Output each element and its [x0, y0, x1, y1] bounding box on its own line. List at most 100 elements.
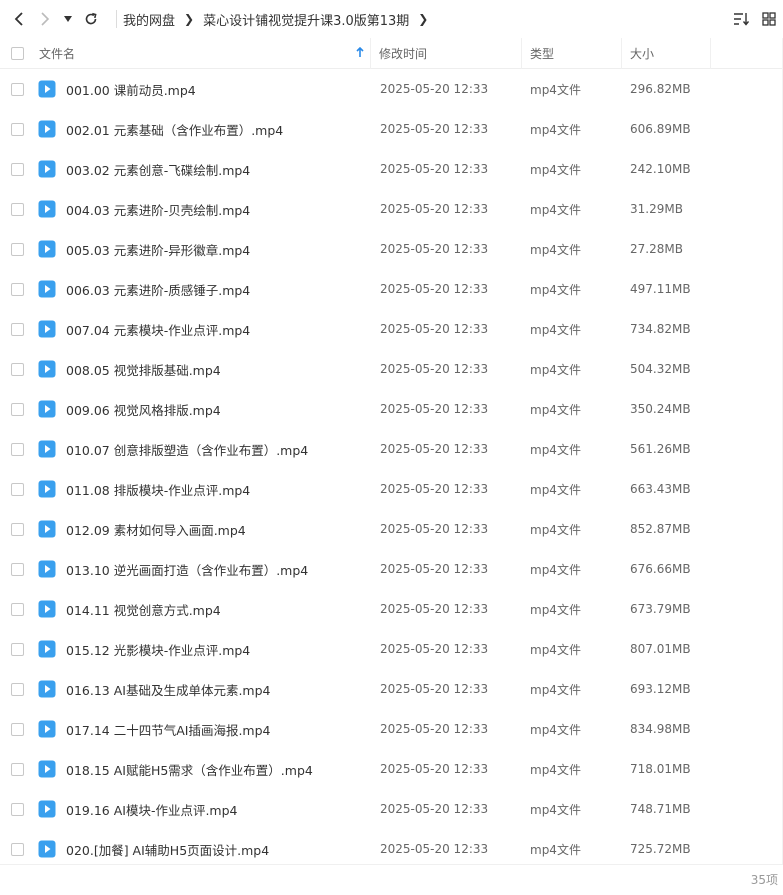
video-file-icon — [36, 319, 58, 339]
column-header-type[interactable]: 类型 — [522, 37, 622, 69]
row-checkbox[interactable] — [10, 722, 24, 736]
row-checkbox[interactable] — [10, 122, 24, 136]
sort-menu-button[interactable] — [727, 0, 755, 38]
file-name[interactable]: 020.[加餐] AI辅助H5页面设计.mp4 — [58, 840, 371, 859]
column-header-name[interactable]: 文件名 — [34, 37, 371, 69]
file-row[interactable]: 007.04 元素模块-作业点评.mp4 2025-05-20 12:33 mp… — [0, 309, 783, 349]
history-dropdown-button[interactable] — [58, 0, 78, 38]
file-modified-time: 2025-05-20 12:33 — [380, 202, 489, 216]
row-checkbox[interactable] — [10, 642, 24, 656]
row-checkbox[interactable] — [10, 322, 24, 336]
breadcrumb-item-root[interactable]: 我的网盘 — [123, 10, 175, 29]
row-checkbox[interactable] — [10, 602, 24, 616]
row-checkbox[interactable] — [10, 82, 24, 96]
file-row[interactable]: 018.15 AI赋能H5需求（含作业布置）.mp4 2025-05-20 12… — [0, 749, 783, 789]
file-row[interactable]: 014.11 视觉创意方式.mp4 2025-05-20 12:33 mp4文件… — [0, 589, 783, 629]
status-bar: 35项 — [0, 864, 783, 895]
file-type: mp4文件 — [530, 282, 581, 297]
row-checkbox[interactable] — [10, 562, 24, 576]
row-checkbox[interactable] — [10, 762, 24, 776]
file-row[interactable]: 011.08 排版模块-作业点评.mp4 2025-05-20 12:33 mp… — [0, 469, 783, 509]
item-count: 35项 — [750, 873, 778, 887]
file-name[interactable]: 005.03 元素进阶-异形徽章.mp4 — [58, 240, 371, 259]
sort-ascending-icon — [356, 46, 364, 57]
file-row[interactable]: 008.05 视觉排版基础.mp4 2025-05-20 12:33 mp4文件… — [0, 349, 783, 389]
file-name[interactable]: 004.03 元素进阶-贝壳绘制.mp4 — [58, 200, 371, 219]
file-type: mp4文件 — [530, 682, 581, 697]
file-row[interactable]: 004.03 元素进阶-贝壳绘制.mp4 2025-05-20 12:33 mp… — [0, 189, 783, 229]
file-name[interactable]: 014.11 视觉创意方式.mp4 — [58, 600, 371, 619]
column-header-time[interactable]: 修改时间 — [371, 37, 522, 69]
file-row[interactable]: 017.14 二十四节气AI插画海报.mp4 2025-05-20 12:33 … — [0, 709, 783, 749]
file-type: mp4文件 — [530, 202, 581, 217]
row-checkbox[interactable] — [10, 682, 24, 696]
row-checkbox[interactable] — [10, 842, 24, 856]
file-modified-time: 2025-05-20 12:33 — [380, 242, 489, 256]
file-row[interactable]: 012.09 素材如何导入画面.mp4 2025-05-20 12:33 mp4… — [0, 509, 783, 549]
file-type: mp4文件 — [530, 442, 581, 457]
file-modified-time: 2025-05-20 12:33 — [380, 122, 489, 136]
row-checkbox[interactable] — [10, 802, 24, 816]
video-file-icon — [36, 799, 58, 819]
file-name[interactable]: 002.01 元素基础（含作业布置）.mp4 — [58, 120, 371, 139]
row-checkbox[interactable] — [10, 202, 24, 216]
file-name[interactable]: 013.10 逆光画面打造（含作业布置）.mp4 — [58, 560, 371, 579]
file-name[interactable]: 015.12 光影模块-作业点评.mp4 — [58, 640, 371, 659]
file-type: mp4文件 — [530, 802, 581, 817]
video-file-icon — [36, 239, 58, 259]
column-header-type-label: 类型 — [530, 46, 555, 61]
row-checkbox[interactable] — [10, 162, 24, 176]
back-button[interactable] — [6, 0, 32, 38]
file-row[interactable]: 005.03 元素进阶-异形徽章.mp4 2025-05-20 12:33 mp… — [0, 229, 783, 269]
file-modified-time: 2025-05-20 12:33 — [380, 322, 489, 336]
file-name[interactable]: 003.02 元素创意-飞碟绘制.mp4 — [58, 160, 371, 179]
file-type: mp4文件 — [530, 642, 581, 657]
refresh-icon — [85, 12, 97, 25]
row-checkbox[interactable] — [10, 242, 24, 256]
file-row[interactable]: 016.13 AI基础及生成单体元素.mp4 2025-05-20 12:33 … — [0, 669, 783, 709]
file-row[interactable]: 009.06 视觉风格排版.mp4 2025-05-20 12:33 mp4文件… — [0, 389, 783, 429]
breadcrumb-item-current-folder[interactable]: 菜心设计铺视觉提升课3.0版第13期 — [203, 10, 409, 29]
file-name[interactable]: 001.00 课前动员.mp4 — [58, 80, 371, 99]
file-row[interactable]: 010.07 创意排版塑造（含作业布置）.mp4 2025-05-20 12:3… — [0, 429, 783, 469]
sort-list-icon — [734, 13, 749, 26]
file-name[interactable]: 012.09 素材如何导入画面.mp4 — [58, 520, 371, 539]
file-name[interactable]: 007.04 元素模块-作业点评.mp4 — [58, 320, 371, 339]
row-checkbox[interactable] — [10, 282, 24, 296]
file-size: 673.79MB — [630, 602, 691, 616]
grid-view-button[interactable] — [755, 0, 783, 38]
file-row[interactable]: 003.02 元素创意-飞碟绘制.mp4 2025-05-20 12:33 mp… — [0, 149, 783, 189]
chevron-right-icon[interactable]: ❯ — [418, 12, 428, 26]
file-name[interactable]: 016.13 AI基础及生成单体元素.mp4 — [58, 680, 371, 699]
file-modified-time: 2025-05-20 12:33 — [380, 402, 489, 416]
file-name[interactable]: 006.03 元素进阶-质感锤子.mp4 — [58, 280, 371, 299]
file-name[interactable]: 017.14 二十四节气AI插画海报.mp4 — [58, 720, 371, 739]
file-row[interactable]: 006.03 元素进阶-质感锤子.mp4 2025-05-20 12:33 mp… — [0, 269, 783, 309]
file-type: mp4文件 — [530, 722, 581, 737]
file-row[interactable]: 015.12 光影模块-作业点评.mp4 2025-05-20 12:33 mp… — [0, 629, 783, 669]
file-name[interactable]: 018.15 AI赋能H5需求（含作业布置）.mp4 — [58, 760, 371, 779]
file-size: 852.87MB — [630, 522, 691, 536]
row-checkbox[interactable] — [10, 522, 24, 536]
file-row[interactable]: 001.00 课前动员.mp4 2025-05-20 12:33 mp4文件 2… — [0, 69, 783, 109]
column-header-size[interactable]: 大小 — [622, 37, 711, 69]
row-checkbox[interactable] — [10, 402, 24, 416]
forward-button[interactable] — [32, 0, 58, 38]
video-file-icon — [36, 199, 58, 219]
row-checkbox[interactable] — [10, 362, 24, 376]
file-row[interactable]: 020.[加餐] AI辅助H5页面设计.mp4 2025-05-20 12:33… — [0, 829, 783, 869]
file-name[interactable]: 019.16 AI模块-作业点评.mp4 — [58, 800, 371, 819]
file-name[interactable]: 011.08 排版模块-作业点评.mp4 — [58, 480, 371, 499]
file-row[interactable]: 013.10 逆光画面打造（含作业布置）.mp4 2025-05-20 12:3… — [0, 549, 783, 589]
video-file-icon — [36, 599, 58, 619]
file-row[interactable]: 019.16 AI模块-作业点评.mp4 2025-05-20 12:33 mp… — [0, 789, 783, 829]
select-all-checkbox[interactable] — [10, 46, 24, 60]
file-modified-time: 2025-05-20 12:33 — [380, 442, 489, 456]
row-checkbox[interactable] — [10, 442, 24, 456]
file-name[interactable]: 010.07 创意排版塑造（含作业布置）.mp4 — [58, 440, 371, 459]
row-checkbox[interactable] — [10, 482, 24, 496]
file-name[interactable]: 008.05 视觉排版基础.mp4 — [58, 360, 371, 379]
refresh-button[interactable] — [78, 0, 104, 38]
file-row[interactable]: 002.01 元素基础（含作业布置）.mp4 2025-05-20 12:33 … — [0, 109, 783, 149]
file-name[interactable]: 009.06 视觉风格排版.mp4 — [58, 400, 371, 419]
